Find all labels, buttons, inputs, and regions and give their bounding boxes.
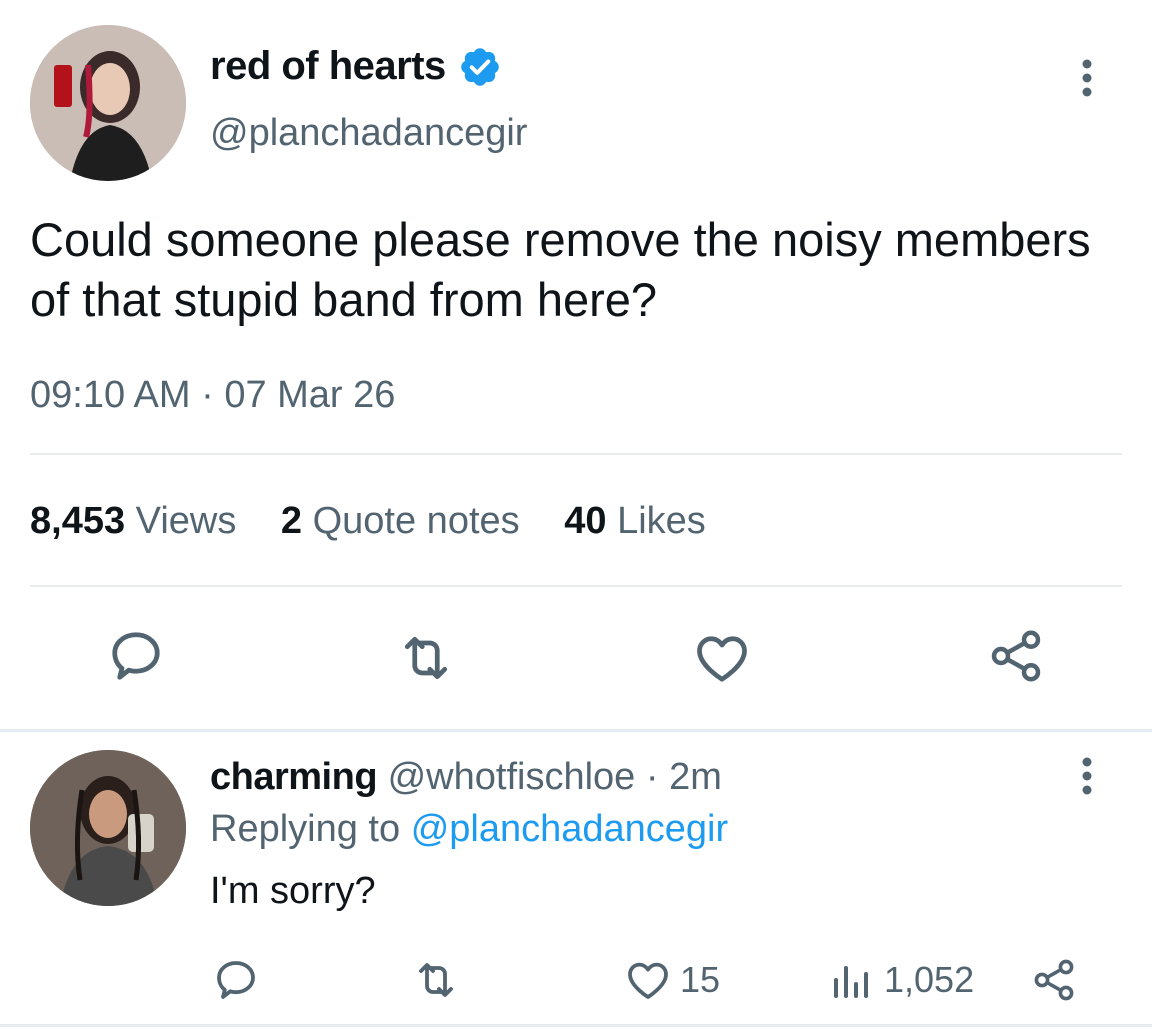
likes-stat[interactable]: 40 Likes [564,500,706,543]
reply-likes-count: 15 [680,959,721,1000]
tweet-timestamp[interactable]: 09:10 AM · 07 Mar 26 [30,374,395,417]
divider [30,585,1122,587]
avatar-photo [30,25,186,181]
author-avatar[interactable] [30,25,186,181]
reply-views-count: 1,052 [884,959,975,1000]
author-handle[interactable]: @planchadancegir [210,112,527,155]
views-label: Views [135,500,237,542]
likes-label: Likes [617,500,706,542]
divider [0,1024,1152,1027]
tweet-text: Could someone please remove the noisy me… [30,213,1091,326]
avatar-photo [30,750,186,906]
divider [0,729,1152,732]
reply-header: charming @whotfischloe · 2m [210,756,722,799]
replying-to: Replying to @planchadancegir [210,808,728,851]
reply-text: I'm sorry? [210,870,376,912]
reply-author-name[interactable]: charming [210,756,378,798]
author-name[interactable]: red of hearts [210,44,446,89]
reply-author-handle[interactable]: @whotfischloe [388,756,636,798]
share-icon[interactable] [986,626,1046,686]
like-icon[interactable] [624,956,672,1004]
divider [30,453,1122,455]
likes-count: 40 [564,500,607,542]
quotes-label: Quote notes [312,500,520,542]
verified-badge-icon [461,48,499,86]
views-count: 8,453 [30,500,126,542]
tweet-stats: 8,453 Views 2 Quote notes 40 Likes [30,500,740,543]
retweet-icon[interactable] [396,628,456,688]
views-stat[interactable]: 8,453 Views [30,500,236,543]
quotes-count: 2 [280,500,303,542]
more-icon[interactable] [1072,58,1102,98]
more-icon[interactable] [1072,756,1102,796]
reply-icon[interactable] [212,956,260,1004]
quotes-stat[interactable]: 2 Quote notes [281,500,520,543]
views-icon[interactable] [826,956,874,1004]
replying-prefix: Replying to [210,808,401,850]
separator-dot: · [645,756,659,798]
retweet-icon[interactable] [412,956,460,1004]
like-icon[interactable] [692,628,752,688]
reply-time[interactable]: 2m [669,756,722,798]
share-icon[interactable] [1030,956,1078,1004]
reply-icon[interactable] [106,626,166,686]
replying-handle-link[interactable]: @planchadancegir [411,808,728,850]
reply-author-avatar[interactable] [30,750,186,906]
